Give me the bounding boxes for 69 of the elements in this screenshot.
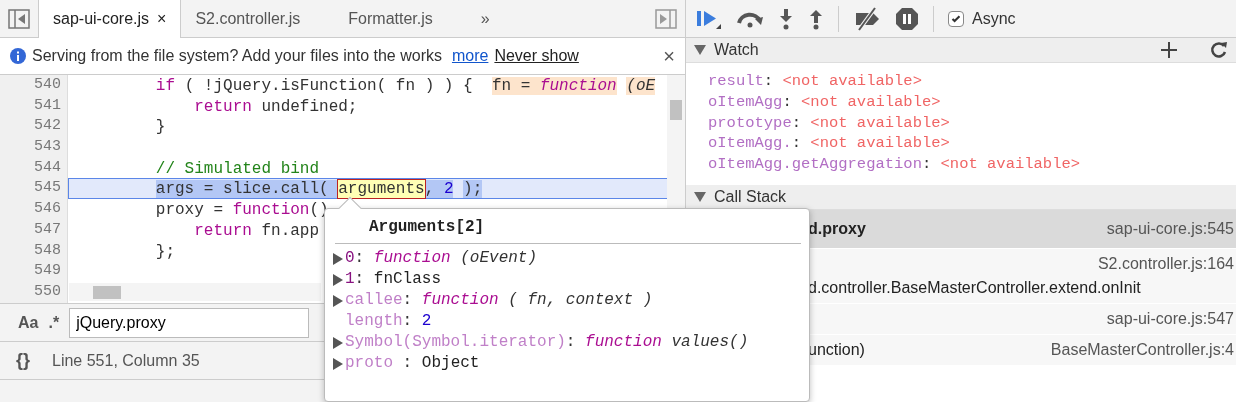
frame-name: d.controller.BaseMasterController.extend.onInit: [808, 278, 1141, 298]
watch-expression: result: <not available>: [707, 71, 923, 92]
property: callee: function ( fn, context ): [345, 290, 653, 311]
file-tab[interactable]: S2.controller.js: [181, 0, 335, 37]
frame-location: S2.controller.js:164: [1097, 254, 1234, 274]
step-out-icon[interactable]: [808, 7, 824, 30]
line-number: 547: [33, 219, 62, 240]
line-number: 541: [33, 95, 62, 116]
file-tab[interactable]: sap-ui-core.js ×: [38, 0, 182, 38]
watch-expression: oItemAgg.: <not available>: [707, 133, 951, 155]
expand-triangle-icon[interactable]: [333, 357, 343, 370]
close-button[interactable]: ×: [663, 41, 675, 71]
property: 0: function (oEvent): [345, 248, 538, 269]
expand-triangle-icon[interactable]: [694, 45, 706, 55]
file-tab[interactable]: Formatter.js: [334, 0, 467, 37]
deactivate-breakpoints-icon[interactable]: [853, 6, 881, 31]
line-number: 546: [33, 199, 62, 220]
frame-location: BaseMasterController.js:4: [1050, 340, 1234, 360]
info-link[interactable]: Never show: [494, 44, 579, 68]
popover-title: Arguments[2]: [335, 209, 801, 244]
line-number: 542: [33, 116, 62, 137]
property: proto : Object: [345, 353, 480, 374]
code-line: return undefined;: [193, 96, 359, 117]
info-link[interactable]: more: [451, 44, 489, 68]
section-title[interactable]: Call Stack: [714, 185, 787, 209]
line-number: 548: [33, 240, 62, 261]
line-number: 550: [33, 281, 62, 302]
pause-on-exceptions-icon[interactable]: [895, 6, 919, 31]
watch-expression: oItemAgg.getAggregation: <not available>: [707, 154, 1082, 175]
code-line: }: [154, 117, 167, 138]
frame-name: d.proxy: [808, 219, 866, 239]
scrollbar[interactable]: [69, 283, 321, 301]
cursor-position: Line 551, Column 35: [52, 350, 200, 371]
async-checkbox[interactable]: [948, 10, 964, 27]
async-label[interactable]: Async: [972, 6, 1016, 31]
expand-triangle-icon[interactable]: [333, 252, 343, 265]
code-line: if ( !jQuery.isFunction( fn ) ) { fn = function (oE: [154, 76, 657, 96]
step-into-icon[interactable]: [778, 7, 794, 30]
frame-location: sap-ui-core.js:545: [1106, 219, 1234, 239]
sidebar-toggle-icon[interactable]: [8, 8, 30, 29]
add-icon[interactable]: [1160, 41, 1178, 59]
line-number: 544: [33, 157, 62, 178]
info-message: Serving from the file system? Add your files into the works: [32, 46, 442, 66]
code-line: return fn.app: [193, 220, 321, 241]
property: 1: fnClass: [345, 269, 442, 290]
line-number: 549: [33, 261, 62, 282]
watch-expression: oItemAgg: <not available>: [707, 91, 942, 113]
expand-triangle-icon[interactable]: [333, 294, 343, 307]
watch-expression: prototype: <not available>: [707, 112, 951, 134]
code-line: };: [154, 241, 176, 262]
expand-triangle-icon[interactable]: [333, 273, 343, 286]
frame-name: unction): [808, 340, 865, 360]
more-tabs-button[interactable]: »: [466, 0, 504, 37]
case-toggle[interactable]: Aa: [18, 310, 39, 335]
line-number: 543: [33, 137, 62, 158]
line-number: 540: [33, 75, 62, 95]
expand-triangle-icon[interactable]: [333, 336, 343, 349]
close-tab-button[interactable]: ×: [157, 7, 167, 31]
frame-location: sap-ui-core.js:547: [1106, 309, 1234, 329]
refresh-icon[interactable]: [1210, 41, 1228, 59]
panel-toggle-icon[interactable]: [655, 8, 677, 29]
regex-toggle[interactable]: .*: [48, 310, 60, 335]
section-title[interactable]: Watch: [714, 38, 759, 62]
property: length: 2: [345, 311, 432, 332]
info-icon: [10, 48, 26, 64]
pretty-print-button[interactable]: {}: [16, 347, 30, 374]
line-number: 545: [33, 178, 62, 199]
code-line: // Simulated bind: [154, 158, 321, 179]
search-field[interactable]: jQuery.proxy: [69, 307, 310, 338]
